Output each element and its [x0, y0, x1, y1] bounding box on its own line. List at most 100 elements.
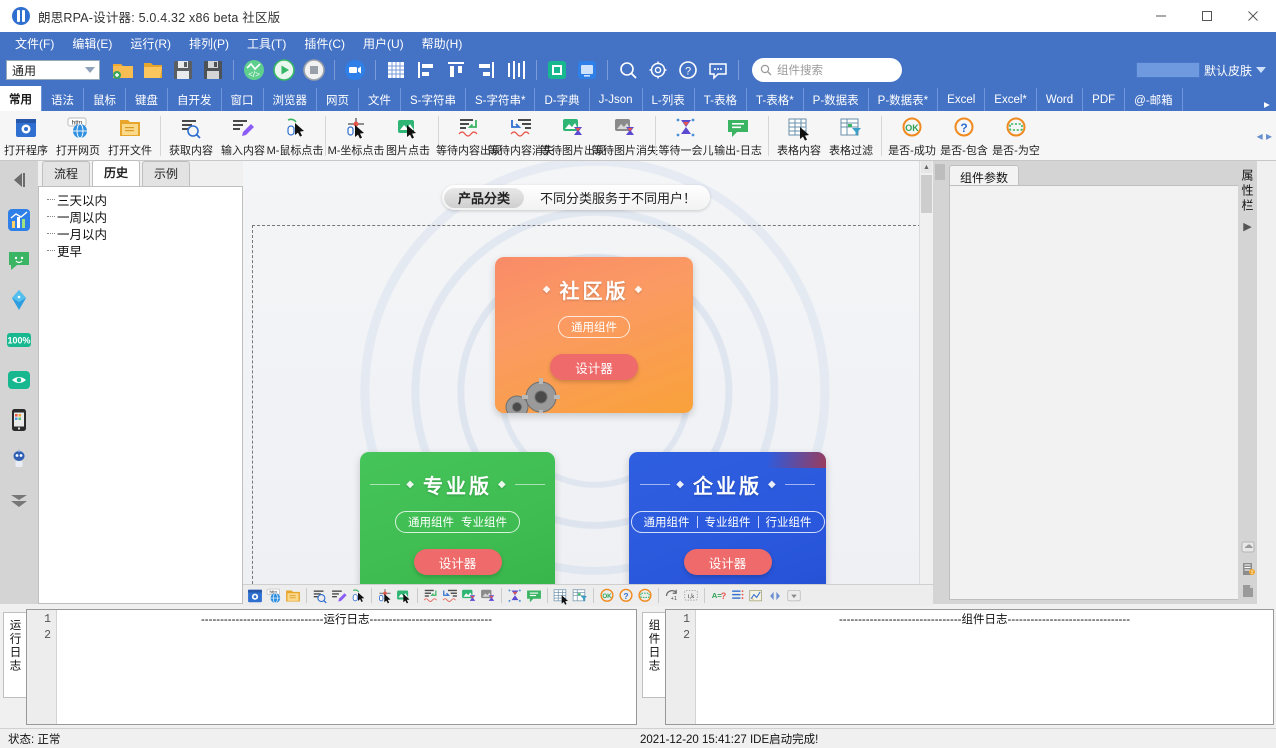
image-click-icon[interactable] [395, 587, 413, 605]
ribbon-button-打开程序[interactable]: 打开程序 [0, 114, 52, 160]
input-content-icon[interactable] [330, 587, 348, 605]
ribbon-tab-D-字典[interactable]: D-字典 [535, 88, 590, 111]
wait-image-disappear-icon[interactable] [479, 587, 497, 605]
ribbon-tab-常用[interactable]: 常用 [0, 86, 42, 111]
ribbon-tab-窗口[interactable]: 窗口 [222, 88, 264, 111]
ribbon-tab-PDF[interactable]: PDF [1083, 88, 1126, 111]
save-icon[interactable] [170, 57, 196, 83]
component-log-body[interactable]: 1 2 --------------------------------组件日志… [665, 609, 1274, 725]
capture-icon[interactable] [544, 57, 570, 83]
component-search-box[interactable]: 组件搜索 [752, 58, 902, 82]
left-panel-tab-历史[interactable]: 历史 [92, 160, 141, 186]
card-professional-designer-button[interactable]: 设计器 [413, 549, 502, 575]
ribbon-button-获取内容[interactable]: 获取内容 [165, 114, 217, 160]
ribbon-button-图片点击[interactable]: 图片点击 [382, 114, 434, 160]
minimize-button[interactable] [1138, 0, 1184, 32]
ribbon-button-表格内容[interactable]: 表格内容 [773, 114, 825, 160]
save-as-icon[interactable] [200, 57, 226, 83]
ribbon-button-M-坐标点击[interactable]: M-坐标点击 [328, 114, 384, 160]
menu-item-0[interactable]: 文件(F) [6, 33, 63, 54]
dropdown-icon[interactable] [785, 587, 803, 605]
wait-content-appear-icon[interactable] [422, 587, 440, 605]
mouse-click-icon[interactable] [349, 587, 367, 605]
cloud-icon[interactable] [1241, 540, 1255, 554]
ribbon-button-输出-日志[interactable]: 输出-日志 [712, 114, 764, 160]
ribbon-button-等待一会儿[interactable]: 等待一会儿 [659, 114, 714, 160]
menu-item-7[interactable]: 帮助(H) [413, 33, 472, 54]
ribbon-tab-语法[interactable]: 语法 [42, 88, 84, 111]
menu-item-1[interactable]: 编辑(E) [63, 33, 121, 54]
ribbon-button-是否-成功[interactable]: OK 是否-成功 [886, 114, 938, 160]
chat-bubble-icon[interactable] [6, 247, 32, 273]
ribbon-tab-鼠标[interactable]: 鼠标 [84, 88, 126, 111]
robot-icon[interactable] [6, 447, 32, 473]
wait-content-disappear-icon[interactable] [441, 587, 459, 605]
ribbon-button-是否-包含[interactable]: ? 是否-包含 [938, 114, 990, 160]
menu-item-3[interactable]: 排列(P) [180, 33, 238, 54]
ribbon-tab-T-表格*[interactable]: T-表格* [747, 88, 804, 111]
prev-next-icon[interactable] [766, 587, 784, 605]
skin-color-swatch[interactable] [1135, 62, 1200, 78]
loop-index-icon[interactable]: i,k [682, 587, 700, 605]
ribbon-button-表格过滤[interactable]: 表格过滤 [825, 114, 877, 160]
ribbon-button-是否-为空[interactable]: 是否-为空 [990, 114, 1042, 160]
feedback-icon[interactable] [705, 57, 731, 83]
ribbon-tab-S-字符串*[interactable]: S-字符串* [466, 88, 536, 111]
tab-run-log[interactable]: 运行日志 [2, 612, 26, 698]
grid-icon[interactable] [383, 57, 409, 83]
history-tree-item[interactable]: 更早 [39, 242, 242, 259]
canvas-vertical-scrollbar[interactable]: ▲ ▼ [919, 161, 933, 604]
output-log-icon[interactable] [525, 587, 543, 605]
loop-icon[interactable]: +1 [663, 587, 681, 605]
ribbon-tab-P-数据表*[interactable]: P-数据表* [869, 88, 939, 111]
ribbon-button-等待图片消失[interactable]: 等待图片消失 [592, 114, 658, 160]
wait-image-appear-icon[interactable] [460, 587, 478, 605]
screen-icon[interactable] [574, 57, 600, 83]
run-icon[interactable] [271, 57, 297, 83]
menu-item-5[interactable]: 插件(C) [295, 33, 354, 54]
ribbon-button-打开网页[interactable]: http 打开网页 [52, 114, 104, 160]
scrollbar-thumb[interactable] [921, 175, 932, 213]
ribbon-tab-L-列表[interactable]: L-列表 [643, 88, 695, 111]
chevron-down-icon[interactable] [1256, 67, 1266, 73]
ribbon-scroll-nav[interactable]: ◂ ▸ [1257, 114, 1276, 158]
search-icon[interactable] [615, 57, 641, 83]
server-icon[interactable] [1241, 562, 1255, 576]
run-log-body[interactable]: 1 2 --------------------------------运行日志… [26, 609, 637, 725]
ribbon-tab-自开发[interactable]: 自开发 [168, 88, 222, 111]
assign-icon[interactable]: A=? [709, 587, 727, 605]
fish-icon[interactable] [6, 287, 32, 313]
tab-component-log[interactable]: 组件日志 [641, 612, 665, 698]
is-success-icon[interactable]: OK [598, 587, 616, 605]
ribbon-tab-网页[interactable]: 网页 [317, 88, 359, 111]
ribbon-tab-Excel*[interactable]: Excel* [985, 88, 1037, 111]
design-canvas[interactable]: 产品分类 不同分类服务于不同用户！ ◆ 社区版 ◆ 通用组件 设计器 ◆ 专业版… [243, 161, 933, 604]
page-icon[interactable] [1241, 584, 1255, 598]
is-empty-icon[interactable] [636, 587, 654, 605]
right-panel-drag-handle[interactable] [935, 164, 945, 180]
align-right-icon[interactable] [473, 57, 499, 83]
open-program-icon[interactable] [246, 587, 264, 605]
help-icon[interactable]: ? [675, 57, 701, 83]
close-button[interactable] [1230, 0, 1276, 32]
table-content-icon[interactable] [552, 587, 570, 605]
ribbon-tabs-scroll-right[interactable]: ▸ [1264, 97, 1276, 111]
card-community[interactable]: ◆ 社区版 ◆ 通用组件 设计器 [495, 257, 693, 413]
is-contains-icon[interactable]: ? [617, 587, 635, 605]
ribbon-tab-J-Json[interactable]: J-Json [590, 88, 643, 111]
record-video-icon[interactable] [342, 57, 368, 83]
card-enterprise[interactable]: ◆ 企业版 ◆ 通用组件 专业组件 行业组件 设计器 [629, 452, 826, 604]
ribbon-tab-浏览器[interactable]: 浏览器 [264, 88, 317, 111]
history-tree-item[interactable]: 一周以内 [39, 208, 242, 225]
profile-combobox[interactable]: 通用 [6, 60, 100, 80]
align-left-icon[interactable] [413, 57, 439, 83]
card-professional[interactable]: ◆ 专业版 ◆ 通用组件 专业组件 设计器 [360, 452, 555, 604]
ribbon-tab-T-表格[interactable]: T-表格 [695, 88, 747, 111]
ribbon-tab-P-数据表[interactable]: P-数据表 [804, 88, 869, 111]
more-down-icon[interactable] [6, 487, 32, 513]
history-tree-item[interactable]: 一月以内 [39, 225, 242, 242]
code-flow-icon[interactable]: </> [241, 57, 267, 83]
new-folder-icon[interactable] [110, 57, 136, 83]
history-tree-item[interactable]: 三天以内 [39, 191, 242, 208]
coord-click-icon[interactable] [376, 587, 394, 605]
